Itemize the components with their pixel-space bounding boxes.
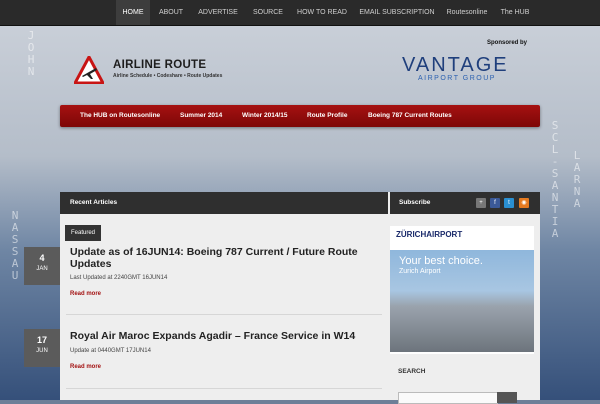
post-date: 17 JUN [24, 329, 60, 367]
main-menu: The HUB on Routesonline Summer 2014 Wint… [60, 105, 540, 127]
subscribe-header: Subscribe [390, 192, 540, 214]
top-navigation: HOME ABOUT ADVERTISE SOURCE HOW TO READ … [0, 0, 600, 26]
airplane-logo-icon[interactable] [74, 56, 104, 84]
post-divider [66, 314, 382, 315]
site-subtitle: Airline Schedule • Codeshare • Route Upd… [113, 73, 223, 79]
post-month: JAN [36, 266, 48, 272]
menu-boeing-787[interactable]: Boeing 787 Current Routes [368, 105, 452, 127]
facebook-icon[interactable]: f [490, 198, 500, 208]
menu-winter[interactable]: Winter 2014/15 [242, 105, 287, 127]
read-more-link[interactable]: Read more [70, 364, 101, 370]
menu-route-profile[interactable]: Route Profile [307, 105, 347, 127]
twitter-icon[interactable]: t [504, 198, 514, 208]
bg-text-col: S C L - S A N T I A [551, 119, 559, 240]
ad-subtitle: Zurich Airport [399, 268, 441, 275]
post-title[interactable]: Royal Air Maroc Expands Agadir – France … [70, 330, 380, 342]
post-date: 4 JAN [24, 247, 60, 285]
nav-how-to-read[interactable]: HOW TO READ [294, 0, 350, 25]
menu-summer[interactable]: Summer 2014 [180, 105, 222, 127]
sponsor-subtitle: AIRPORT GROUP [418, 75, 496, 82]
site-title[interactable]: AIRLINE ROUTE [113, 59, 206, 71]
nav-routesonline[interactable]: Routesonline [440, 0, 494, 25]
nav-the-hub[interactable]: The HUB [498, 0, 532, 25]
bg-text-col: J O H N [27, 29, 35, 78]
recent-articles-title: Recent Articles [70, 199, 118, 206]
post-meta: Update at 0440GMT 17JUN14 [70, 348, 151, 354]
post-title[interactable]: Update as of 16JUN14: Boeing 787 Current… [70, 246, 380, 270]
ad-slogan: Your best choice. [399, 255, 483, 267]
post-meta: Last Updated at 2240GMT 16JUN14 [70, 275, 168, 281]
sponsor-label: Sponsored by [487, 40, 528, 46]
search-input[interactable] [398, 392, 498, 404]
subscribe-title: Subscribe [399, 199, 431, 206]
search-label: SEARCH [398, 368, 426, 375]
bg-text-col: N A S S A U [11, 209, 19, 282]
read-more-link[interactable]: Read more [70, 291, 101, 297]
post-day: 17 [36, 335, 47, 345]
bg-text-col: L A R N A [573, 149, 581, 210]
menu-hub[interactable]: The HUB on Routesonline [80, 105, 160, 127]
recent-articles-header: Recent Articles [60, 192, 388, 214]
nav-home[interactable]: HOME [116, 0, 150, 25]
ad-logo: ZÜRICHAIRPORT [396, 230, 463, 239]
plus-icon[interactable]: + [476, 198, 486, 208]
nav-advertise[interactable]: ADVERTISE [193, 0, 243, 25]
rss-icon[interactable]: ◉ [519, 198, 529, 208]
post-divider [66, 388, 382, 389]
sponsor-logo[interactable]: VANTAGE [402, 54, 509, 77]
featured-tab[interactable]: Featured [65, 225, 102, 241]
nav-source[interactable]: SOURCE [248, 0, 288, 25]
search-button[interactable] [497, 392, 517, 403]
post-day: 4 [39, 253, 45, 263]
nav-about[interactable]: ABOUT [155, 0, 187, 25]
nav-email-subscription[interactable]: EMAIL SUBSCRIPTION [357, 0, 437, 25]
post-month: JUN [36, 348, 48, 354]
